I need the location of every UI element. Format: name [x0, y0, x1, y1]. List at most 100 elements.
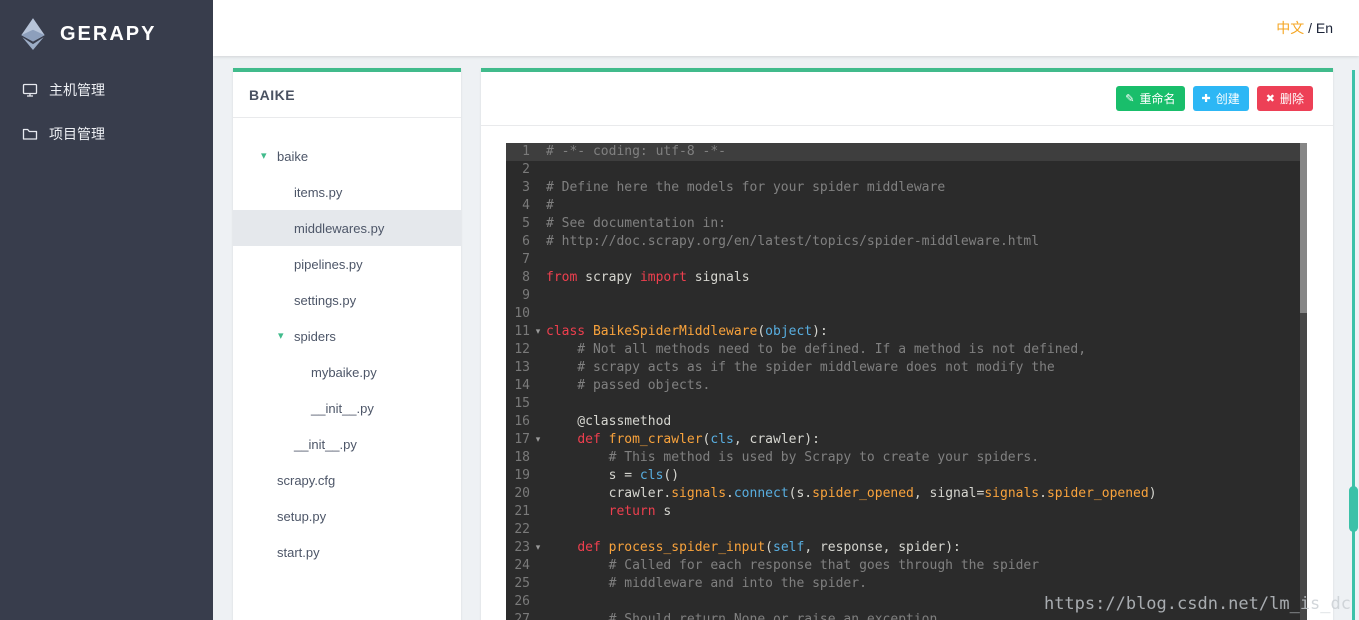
- code-line: 6 # http://doc.scrapy.org/en/latest/topic…: [506, 233, 1307, 251]
- editor-scrollbar[interactable]: [1300, 143, 1307, 620]
- code-line: 20 crawler.signals.connect(s.spider_open…: [506, 485, 1307, 503]
- tree-item-label: __init__.py: [294, 436, 357, 452]
- page-scrollbar-thumb[interactable]: [1349, 486, 1358, 532]
- code-line: 19 s = cls(): [506, 467, 1307, 485]
- code-line: 15: [506, 395, 1307, 413]
- tree-item-label: settings.py: [294, 292, 357, 308]
- fold-arrow-icon[interactable]: ▾: [530, 431, 546, 449]
- line-number: 9: [522, 288, 530, 303]
- lang-option-en[interactable]: En: [1316, 20, 1333, 36]
- line-number: 27: [514, 612, 530, 620]
- line-number: 22: [514, 522, 530, 537]
- tree-item-label: mybaike.py: [311, 364, 377, 380]
- gerapy-logo[interactable]: GERAPY: [0, 0, 213, 68]
- close-icon: ✖: [1265, 92, 1275, 105]
- sidebar-item-project-management[interactable]: 项目管理: [0, 112, 213, 156]
- line-number: 7: [522, 252, 530, 267]
- tree-item-setup.py[interactable]: setup.py: [233, 498, 461, 534]
- tree-item-baike[interactable]: ▾ baike: [233, 138, 461, 174]
- line-number: 20: [514, 486, 530, 501]
- tree-item-spiders[interactable]: ▾ spiders: [233, 318, 461, 354]
- caret-down-icon[interactable]: ▾: [261, 138, 277, 174]
- code-line: 27 # Should return None or raise an exce…: [506, 611, 1307, 620]
- tree-item-label: baike: [277, 148, 309, 164]
- tree-item-__init__.py[interactable]: __init__.py: [233, 426, 461, 462]
- line-number: 21: [514, 504, 530, 519]
- monitor-icon: [22, 83, 38, 97]
- line-number: 24: [514, 558, 530, 573]
- page-scrollbar-track: [1352, 70, 1355, 620]
- line-number: 11: [514, 324, 530, 339]
- code-editor[interactable]: 1 # -*- coding: utf-8 -*- 2 3 # Define here …: [506, 143, 1307, 620]
- code-line: 14 # passed objects.: [506, 377, 1307, 395]
- project-title: BAIKE: [233, 72, 461, 118]
- line-number: 6: [522, 234, 530, 249]
- rename-button[interactable]: ✎ 重命名: [1116, 86, 1185, 111]
- line-number: 8: [522, 270, 530, 285]
- code-line: 10: [506, 305, 1307, 323]
- tree-item-settings.py[interactable]: settings.py: [233, 282, 461, 318]
- tree-item-label: __init__.py: [311, 400, 374, 416]
- code-lines: 1 # -*- coding: utf-8 -*- 2 3 # Define here …: [506, 143, 1307, 620]
- line-number: 25: [514, 576, 530, 591]
- caret-down-icon[interactable]: ▾: [278, 318, 294, 354]
- line-number: 17: [514, 432, 530, 447]
- sidebar-item-host-management[interactable]: 主机管理: [0, 68, 213, 112]
- line-number: 3: [522, 180, 530, 195]
- line-number: 26: [514, 594, 530, 609]
- tree-item-label: spiders: [294, 328, 336, 344]
- project-title-label: BAIKE: [249, 87, 296, 103]
- tree-item-start.py[interactable]: start.py: [233, 534, 461, 570]
- lang-option-zh[interactable]: 中文: [1276, 20, 1304, 36]
- tree-item-label: scrapy.cfg: [277, 472, 336, 488]
- tree-item-scrapy.cfg[interactable]: scrapy.cfg: [233, 462, 461, 498]
- code-line: 11 ▾ class BaikeSpiderMiddleware(object):: [506, 323, 1307, 341]
- gerapy-logo-icon: [21, 18, 45, 50]
- code-line: 18 # This method is used by Scrapy to cr…: [506, 449, 1307, 467]
- code-line: 16 @classmethod: [506, 413, 1307, 431]
- rename-icon: ✎: [1125, 92, 1135, 105]
- delete-button[interactable]: ✖ 删除: [1256, 86, 1313, 111]
- code-line: 2: [506, 161, 1307, 179]
- code-line: 24 # Called for each response that goes …: [506, 557, 1307, 575]
- tree-item-items.py[interactable]: items.py: [233, 174, 461, 210]
- editor-wrap: 1 # -*- coding: utf-8 -*- 2 3 # Define here …: [506, 143, 1307, 620]
- fold-arrow-icon[interactable]: ▾: [530, 323, 546, 341]
- code-line: 5 # See documentation in:: [506, 215, 1307, 233]
- plus-icon: ✚: [1201, 92, 1211, 105]
- sidebar: GERAPY 主机管理 项目管理: [0, 0, 213, 620]
- line-number: 1: [522, 144, 530, 159]
- rename-button-label: 重命名: [1139, 92, 1176, 106]
- code-line: 23 ▾ def process_spider_input(self, respo…: [506, 539, 1307, 557]
- line-number: 15: [514, 396, 530, 411]
- create-button[interactable]: ✚ 创建: [1192, 86, 1249, 111]
- code-line: 1 # -*- coding: utf-8 -*-: [506, 143, 1307, 161]
- code-line: 17 ▾ def from_crawler(cls, crawler):: [506, 431, 1307, 449]
- fold-arrow-icon[interactable]: ▾: [530, 539, 546, 557]
- tree-item-mybaike.py[interactable]: mybaike.py: [233, 354, 461, 390]
- line-number: 13: [514, 360, 530, 375]
- code-line: 9: [506, 287, 1307, 305]
- editor-scrollbar-thumb[interactable]: [1300, 143, 1307, 313]
- tree-item-label: items.py: [294, 184, 343, 200]
- code-line: 7: [506, 251, 1307, 269]
- line-number: 12: [514, 342, 530, 357]
- file-tree: ▾ baike items.py middlewares.py pipelines.py…: [233, 118, 461, 570]
- tree-item-label: setup.py: [277, 508, 327, 524]
- logo-text: GERAPY: [60, 22, 157, 45]
- code-line: 13 # scrapy acts as if the spider middle…: [506, 359, 1307, 377]
- tree-item-pipelines.py[interactable]: pipelines.py: [233, 246, 461, 282]
- lang-separator: /: [1304, 20, 1316, 36]
- editor-panel: ✎ 重命名 ✚ 创建 ✖ 删除 1 # -*- coding: utf-8 -*-…: [481, 68, 1333, 620]
- code-line: 8 from scrapy import signals: [506, 269, 1307, 287]
- code-line: 26: [506, 593, 1307, 611]
- file-panel: BAIKE ▾ baike items.py middlewares.py pipeli…: [233, 68, 461, 620]
- code-line: 21 return s: [506, 503, 1307, 521]
- tree-item-middlewares.py[interactable]: middlewares.py: [233, 210, 461, 246]
- line-number: 18: [514, 450, 530, 465]
- tree-item-__init__.py[interactable]: __init__.py: [233, 390, 461, 426]
- line-number: 4: [522, 198, 530, 213]
- code-line: 3 # Define here the models for your spide…: [506, 179, 1307, 197]
- code-line: 4 #: [506, 197, 1307, 215]
- folder-icon: [22, 128, 38, 140]
